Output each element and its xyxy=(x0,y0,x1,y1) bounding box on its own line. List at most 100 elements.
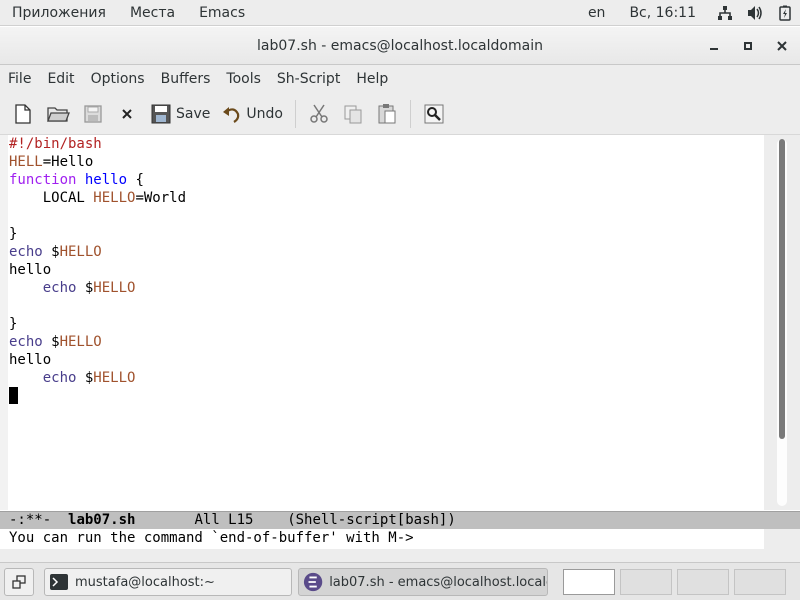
code-line[interactable]: echo $HELLO xyxy=(9,333,186,351)
open-folder-icon xyxy=(47,106,70,122)
code-line[interactable]: hello xyxy=(9,351,186,369)
code-line[interactable]: hello xyxy=(9,261,186,279)
code-token: $ xyxy=(42,334,60,350)
undo-icon xyxy=(223,106,240,123)
save-icon xyxy=(151,104,171,123)
scrollbar-thumb[interactable] xyxy=(779,139,785,439)
window-bottom-border xyxy=(0,549,800,562)
workspace-4[interactable] xyxy=(734,569,786,595)
search-button[interactable] xyxy=(417,98,451,130)
code-line[interactable]: function hello { xyxy=(9,171,186,189)
paste-button[interactable] xyxy=(370,98,404,130)
task-bar: mustafa@localhost:~ lab07.sh - emacs@loc… xyxy=(0,562,800,600)
code-token: } xyxy=(9,226,18,242)
cut-button[interactable] xyxy=(302,98,336,130)
cut-icon xyxy=(310,104,328,123)
code-token: HELLO xyxy=(59,334,102,350)
editor-buffer[interactable]: #!/bin/bash HELL=Hello function hello { LO… xyxy=(0,135,764,510)
task-emacs[interactable]: lab07.sh - emacs@localhost.locald... xyxy=(298,568,548,596)
show-desktop-button[interactable] xyxy=(4,568,34,596)
code-line[interactable]: LOCAL HELLO=World xyxy=(9,189,186,207)
close-button[interactable] xyxy=(769,33,795,59)
vertical-scrollbar[interactable] xyxy=(764,135,800,510)
code-line[interactable] xyxy=(9,387,186,405)
code-token: HELLO xyxy=(93,190,136,206)
battery-icon[interactable] xyxy=(770,0,800,26)
copy-icon xyxy=(344,105,362,123)
code-token: =World xyxy=(135,190,187,206)
search-icon xyxy=(424,104,444,123)
code-area[interactable]: #!/bin/bash HELL=Hello function hello { LO… xyxy=(9,135,186,405)
mode-line: -:**- lab07.sh All L15 (Shell-script[bas… xyxy=(0,511,800,529)
modeline-status: -:**- xyxy=(9,512,52,528)
modeline-mode[interactable]: (Shell-script[bash]) xyxy=(287,512,456,528)
clock[interactable]: Вс, 16:11 xyxy=(617,0,710,26)
code-line[interactable]: HELL=Hello xyxy=(9,153,186,171)
code-token: LOCAL xyxy=(9,190,94,206)
network-icon[interactable] xyxy=(710,0,740,26)
terminal-icon xyxy=(50,574,68,590)
code-token: echo xyxy=(42,280,77,296)
menu-file[interactable]: File xyxy=(0,65,39,93)
app-menu[interactable]: Emacs xyxy=(187,0,257,26)
menu-tools[interactable]: Tools xyxy=(218,65,269,93)
code-token: HELLO xyxy=(93,370,136,386)
paste-icon xyxy=(378,103,396,123)
code-line[interactable] xyxy=(9,297,186,315)
new-file-button[interactable] xyxy=(6,98,40,130)
close-icon xyxy=(122,108,132,119)
code-token: hello xyxy=(84,172,128,188)
code-token: echo xyxy=(9,244,43,260)
menu-buffers[interactable]: Buffers xyxy=(153,65,219,93)
menu-options[interactable]: Options xyxy=(83,65,153,93)
code-token: } xyxy=(9,316,18,332)
echo-area: You can run the command `end-of-buffer' … xyxy=(0,529,800,549)
save-disk-icon xyxy=(84,104,102,123)
window-title: lab07.sh - emacs@localhost.localdomain xyxy=(257,38,543,54)
code-token: HELLO xyxy=(93,280,136,296)
save-disk-button[interactable] xyxy=(76,98,110,130)
modeline-buffer-name[interactable]: lab07.sh xyxy=(68,512,135,528)
code-line[interactable]: } xyxy=(9,315,186,333)
maximize-button[interactable] xyxy=(735,33,761,59)
task-terminal[interactable]: mustafa@localhost:~ xyxy=(44,568,292,596)
code-token: { xyxy=(127,172,144,188)
code-line[interactable]: echo $HELLO xyxy=(9,279,186,297)
show-desktop-icon xyxy=(12,575,26,589)
modeline-position: All L15 xyxy=(194,512,254,528)
code-line[interactable] xyxy=(9,207,186,225)
applications-menu[interactable]: Приложения xyxy=(0,0,118,26)
copy-button[interactable] xyxy=(336,98,370,130)
save-button[interactable]: Save xyxy=(144,98,216,130)
workspace-2[interactable] xyxy=(620,569,672,595)
menu-help[interactable]: Help xyxy=(348,65,396,93)
undo-label: Undo xyxy=(246,105,283,122)
volume-icon[interactable] xyxy=(740,0,770,26)
code-line[interactable]: } xyxy=(9,225,186,243)
emacs-icon xyxy=(303,572,323,592)
echo-area-margin xyxy=(764,529,800,549)
places-menu[interactable]: Места xyxy=(118,0,187,26)
open-folder-button[interactable] xyxy=(40,98,76,130)
code-line[interactable]: echo $HELLO xyxy=(9,369,186,387)
code-token: $ xyxy=(76,280,94,296)
close-buffer-button[interactable] xyxy=(110,98,144,130)
window-titlebar[interactable]: lab07.sh - emacs@localhost.localdomain xyxy=(0,27,800,65)
menu-edit[interactable]: Edit xyxy=(39,65,82,93)
toolbar-separator xyxy=(409,99,411,128)
workspace-1[interactable] xyxy=(563,569,615,595)
code-line[interactable]: #!/bin/bash xyxy=(9,135,186,153)
workspace-3[interactable] xyxy=(677,569,729,595)
code-token: hello xyxy=(9,352,52,368)
code-line[interactable]: echo $HELLO xyxy=(9,243,186,261)
menu-sh-script[interactable]: Sh-Script xyxy=(269,65,348,93)
code-token: $ xyxy=(42,244,60,260)
save-label: Save xyxy=(176,105,211,122)
minimize-button[interactable] xyxy=(701,33,727,59)
undo-button[interactable]: Undo xyxy=(216,98,289,130)
keyboard-layout[interactable]: en xyxy=(576,0,618,26)
text-cursor xyxy=(9,387,18,404)
